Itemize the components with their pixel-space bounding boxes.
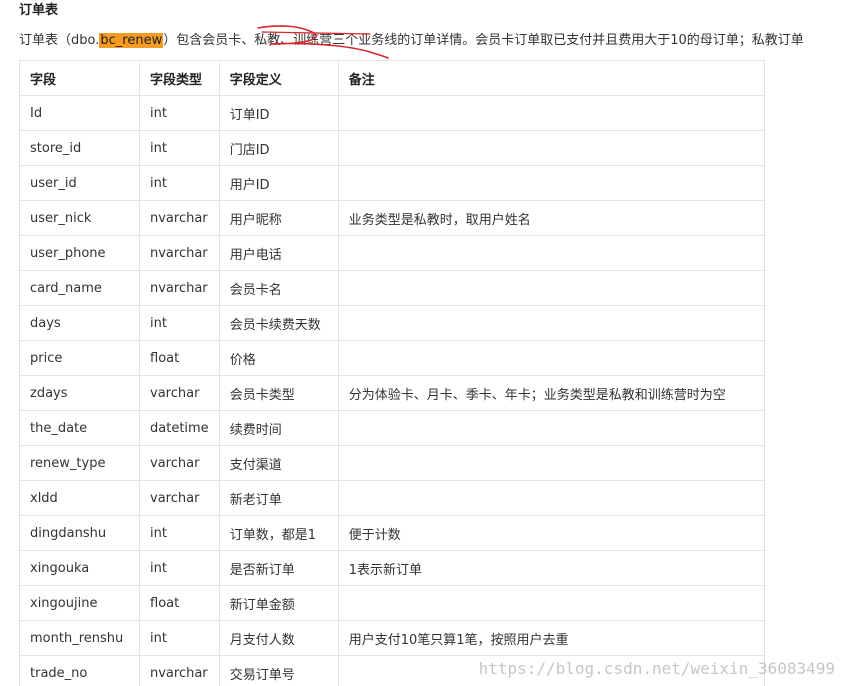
intro-suffix: ）包含会员卡、私教、训练营三个业务线的订单详情。会员卡订单取已支付并且费用大于1…	[163, 33, 804, 48]
intro-prefix: 订单表（dbo.	[19, 33, 100, 48]
cell-field: the_date	[19, 410, 140, 446]
cell-definition: 支付渠道	[218, 445, 339, 481]
table-row: xldd varchar 新老订单	[19, 480, 765, 516]
cell-definition: 价格	[218, 340, 339, 376]
cell-definition: 订单ID	[218, 95, 339, 131]
cell-remark: 1表示新订单	[337, 550, 765, 586]
cell-remark	[337, 235, 765, 271]
cell-remark	[337, 340, 765, 376]
cell-field: renew_type	[19, 445, 140, 481]
cell-remark	[337, 480, 765, 516]
cell-field: trade_no	[19, 655, 140, 686]
cell-remark: 分为体验卡、月卡、季卡、年卡；业务类型是私教和训练营时为空	[337, 375, 765, 411]
cell-type: datetime	[139, 410, 220, 446]
cell-type: int	[139, 515, 220, 551]
cell-definition: 会员卡续费天数	[218, 305, 339, 341]
cell-remark	[337, 165, 765, 201]
highlighted-table-name: bc_renew	[99, 33, 164, 48]
cell-type: float	[139, 340, 220, 376]
cell-definition: 订单数，都是1	[218, 515, 339, 551]
cell-definition: 新订单金额	[218, 585, 339, 621]
cell-field: month_renshu	[19, 620, 140, 656]
table-row: card_name nvarchar 会员卡名	[19, 270, 765, 306]
cell-type: nvarchar	[139, 270, 220, 306]
cell-type: int	[139, 305, 220, 341]
cell-definition: 月支付人数	[218, 620, 339, 656]
table-row: xingoujine float 新订单金额	[19, 585, 765, 621]
cell-remark	[337, 410, 765, 446]
cell-definition: 会员卡类型	[218, 375, 339, 411]
header-definition: 字段定义	[218, 60, 339, 96]
cell-field: user_nick	[19, 200, 140, 236]
cell-type: nvarchar	[139, 200, 220, 236]
cell-field: Id	[19, 95, 140, 131]
cell-remark	[337, 95, 765, 131]
cell-definition: 交易订单号	[218, 655, 339, 686]
cell-remark	[337, 445, 765, 481]
cell-type: varchar	[139, 375, 220, 411]
cell-field: xingoujine	[19, 585, 140, 621]
cell-type: nvarchar	[139, 235, 220, 271]
cell-remark	[337, 270, 765, 306]
table-row: the_date datetime 续费时间	[19, 410, 765, 446]
cell-remark: 便于计数	[337, 515, 765, 551]
intro-paragraph: 订单表（dbo.bc_renew）包含会员卡、私教、训练营三个业务线的订单详情。…	[19, 31, 804, 51]
cell-definition: 续费时间	[218, 410, 339, 446]
table-row: price float 价格	[19, 340, 765, 376]
cell-definition: 是否新订单	[218, 550, 339, 586]
cell-field: xingouka	[19, 550, 140, 586]
cell-remark	[337, 305, 765, 341]
header-field: 字段	[19, 60, 140, 96]
cell-type: int	[139, 165, 220, 201]
cell-type: float	[139, 585, 220, 621]
watermark-url: https://blog.csdn.net/weixin_36083499	[478, 659, 835, 678]
cell-definition: 用户ID	[218, 165, 339, 201]
table-row: xingouka int 是否新订单 1表示新订单	[19, 550, 765, 586]
cell-field: user_id	[19, 165, 140, 201]
cell-definition: 新老订单	[218, 480, 339, 516]
cell-remark: 用户支付10笔只算1笔，按照用户去重	[337, 620, 765, 656]
cell-remark	[337, 130, 765, 166]
cell-remark	[337, 585, 765, 621]
cell-type: varchar	[139, 480, 220, 516]
table-row: user_phone nvarchar 用户电话	[19, 235, 765, 271]
document-page: 订单表 订单表（dbo.bc_renew）包含会员卡、私教、训练营三个业务线的订…	[0, 0, 847, 686]
table-row: store_id int 门店ID	[19, 130, 765, 166]
table-row: user_nick nvarchar 用户昵称 业务类型是私教时，取用户姓名	[19, 200, 765, 236]
table-row: dingdanshu int 订单数，都是1 便于计数	[19, 515, 765, 551]
cell-field: dingdanshu	[19, 515, 140, 551]
table-row: month_renshu int 月支付人数 用户支付10笔只算1笔，按照用户去重	[19, 620, 765, 656]
cell-definition: 门店ID	[218, 130, 339, 166]
cell-field: days	[19, 305, 140, 341]
header-type: 字段类型	[139, 60, 220, 96]
table-row: Id int 订单ID	[19, 95, 765, 131]
cell-type: int	[139, 95, 220, 131]
cell-type: nvarchar	[139, 655, 220, 686]
cell-type: int	[139, 550, 220, 586]
cell-field: user_phone	[19, 235, 140, 271]
header-remark: 备注	[337, 60, 765, 96]
section-title: 订单表	[19, 3, 59, 18]
cell-type: int	[139, 620, 220, 656]
cell-type: int	[139, 130, 220, 166]
table-row: renew_type varchar 支付渠道	[19, 445, 765, 481]
cell-definition: 会员卡名	[218, 270, 339, 306]
cell-remark: 业务类型是私教时，取用户姓名	[337, 200, 765, 236]
cell-field: store_id	[19, 130, 140, 166]
cell-field: xldd	[19, 480, 140, 516]
cell-definition: 用户昵称	[218, 200, 339, 236]
table-header-row: 字段 字段类型 字段定义 备注	[19, 60, 765, 96]
table-row: user_id int 用户ID	[19, 165, 765, 201]
cell-type: varchar	[139, 445, 220, 481]
table-row: days int 会员卡续费天数	[19, 305, 765, 341]
cell-field: price	[19, 340, 140, 376]
cell-field: zdays	[19, 375, 140, 411]
fields-table: 字段 字段类型 字段定义 备注 Id int 订单ID store_id int 门店I…	[19, 60, 765, 686]
table-row: zdays varchar 会员卡类型 分为体验卡、月卡、季卡、年卡；业务类型是私教和…	[19, 375, 765, 411]
cell-definition: 用户电话	[218, 235, 339, 271]
cell-field: card_name	[19, 270, 140, 306]
